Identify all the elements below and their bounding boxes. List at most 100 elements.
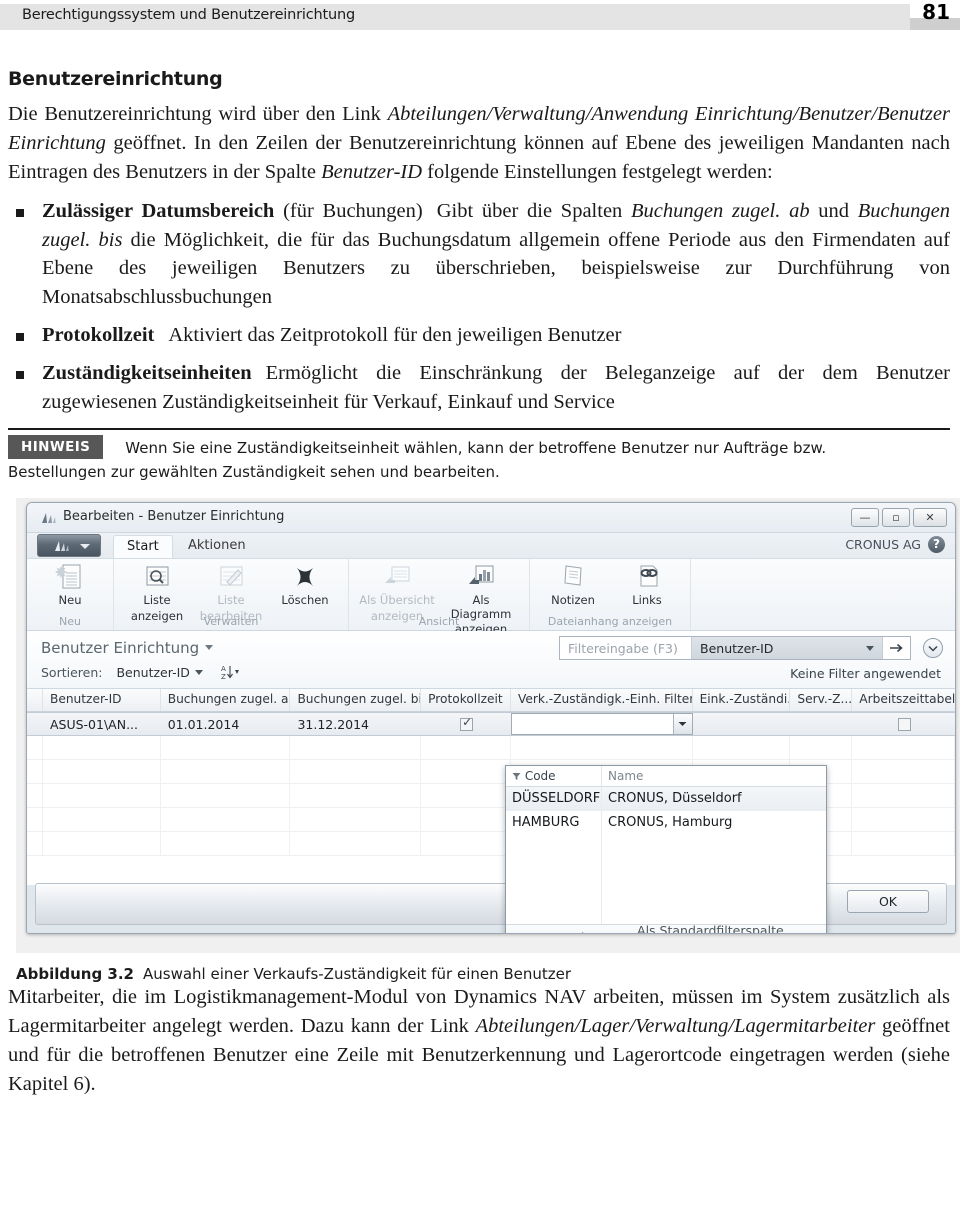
cell-buchungen-ab[interactable]: 01.01.2014 [161, 713, 291, 735]
cell-benutzer-id[interactable]: ASUS-01\AN... [43, 713, 161, 735]
intro-link-1: Abteilungen/Verwaltung/Anwendung Einrich… [387, 103, 799, 125]
chevron-down-icon [866, 646, 874, 652]
svg-text:Z: Z [221, 673, 226, 680]
cell-protokollzeit[interactable] [421, 713, 511, 735]
filter-box: Filtereingabe (F3) Benutzer-ID [559, 636, 911, 661]
cell-serv[interactable] [790, 713, 852, 735]
cell-buchungen-bis[interactable]: 31.12.2014 [290, 713, 421, 735]
filter-field-select[interactable]: Benutzer-ID [692, 637, 882, 660]
ribbon-button-liste-anzeigen[interactable]: Liste anzeigen [120, 562, 194, 622]
caption-number: Abbildung 3.2 [16, 965, 134, 984]
sort-label: Sortieren: [41, 665, 103, 681]
bullet-term: Zuständigkeitseinheiten [42, 362, 252, 385]
lookup-column-code-label: Code [524, 769, 556, 784]
minimize-button[interactable]: — [851, 508, 879, 528]
ribbon-group-label: Dateianhang anzeigen [547, 615, 673, 629]
ribbon-group-verwalten: Liste anzeigen Liste bearbeiten Löschen … [114, 559, 349, 631]
table-row[interactable]: ASUS-01\AN... 01.01.2014 31.12.2014 [27, 712, 955, 737]
column-header-eink[interactable]: Eink.-Zuständi... [693, 689, 791, 712]
column-header-buchungen-ab[interactable]: Buchungen zugel. ab [161, 689, 291, 712]
link-icon [610, 562, 684, 592]
ribbon-group-neu: Neu Neu [27, 559, 114, 631]
lookup-cell-code: DÜSSELDORF [506, 787, 602, 812]
ribbon-button-notizen[interactable]: Notizen [536, 562, 610, 607]
ok-button[interactable]: OK [847, 890, 929, 914]
arbeitszeit-checkbox[interactable] [897, 718, 911, 732]
bullet-text-1: Aktiviert das Zeitprotokoll für den jewe… [168, 324, 622, 347]
note-badge: HINWEIS [8, 434, 104, 459]
bullet-em-1: Buchungen zugel. ab [631, 199, 810, 222]
figure-screenshot: Bearbeiten - Benutzer Einrichtung — ▫ ✕ [16, 498, 960, 954]
closing-em-1: Abteilungen/Lager/ [475, 1015, 636, 1038]
column-header-verk-filter[interactable]: Verk.-Zuständigk.-Einh. Filter [511, 689, 693, 712]
protokollzeit-checkbox[interactable] [460, 715, 474, 732]
note-box: HINWEIS Wenn Sie eine Zuständigkeitseinh… [8, 427, 950, 485]
company-label: CRONUS AG [845, 537, 921, 553]
ribbon-label-line1: Liste [217, 593, 245, 608]
help-icon[interactable]: ? [928, 536, 945, 554]
sort-direction-button[interactable]: A Z [221, 664, 241, 683]
ribbon-label: Notizen [551, 593, 595, 608]
ribbon-group-ansicht: Als Übersicht anzeigen Als Diagramm anze… [349, 559, 530, 636]
resize-grip-icon[interactable] [814, 932, 823, 933]
column-header-benutzer-id[interactable]: Benutzer-ID [43, 689, 161, 712]
lookup-advanced-button[interactable]: Erweitert [550, 930, 607, 933]
close-button[interactable]: ✕ [913, 508, 947, 528]
filter-input[interactable]: Filtereingabe (F3) [560, 637, 692, 660]
chevron-down-icon [205, 645, 214, 651]
note-divider [8, 427, 950, 430]
section-heading: Benutzereinrichtung [8, 68, 223, 90]
minimize-icon: — [859, 511, 871, 525]
nav-app-icon [41, 511, 57, 525]
ribbon-button-neu[interactable]: Neu [33, 562, 107, 607]
list-item[interactable]: DÜSSELDORF CRONUS, Düsseldorf [506, 787, 826, 812]
ribbon-button-loeschen[interactable]: Löschen [268, 562, 342, 607]
lookup-header-row: Code Name [506, 766, 826, 788]
column-header-protokollzeit[interactable]: Protokollzeit [421, 689, 511, 712]
maximize-button[interactable]: ▫ [882, 508, 910, 528]
settings-bullet-list: Zulässiger Datumsbereich (für Buchungen)… [8, 197, 950, 417]
column-header-arbeitszeit[interactable]: Arbeitszeittabell... [852, 689, 955, 711]
ribbon-button-links[interactable]: Links [610, 562, 684, 607]
lookup-set-default-filter-button[interactable]: Als Standardfilterspalte festlegen [637, 923, 817, 934]
ribbon-group-label: Neu [59, 615, 81, 629]
cell-eink[interactable] [693, 713, 791, 735]
lookup-column-name[interactable]: Name [602, 766, 826, 786]
ribbon-tab-bar: Start Aktionen CRONUS AG ? [27, 533, 955, 560]
chart-icon [439, 562, 523, 592]
lookup-column-code[interactable]: Code [506, 766, 602, 787]
note-line-1: Wenn Sie eine Zuständigkeitseinheit wähl… [125, 438, 827, 457]
expand-filter-button[interactable] [923, 638, 943, 659]
row-selector-cell[interactable] [27, 713, 43, 735]
ribbon-label-line1: Als Übersicht [359, 593, 435, 608]
lookup-empty-row [506, 883, 826, 908]
table-row[interactable] [27, 736, 955, 761]
page-title[interactable]: Benutzer Einrichtung [41, 639, 214, 657]
application-menu-button[interactable] [37, 534, 101, 558]
column-header-serv[interactable]: Serv.-Z... [790, 689, 853, 712]
cell-verk-filter[interactable] [510, 713, 693, 736]
nav-sails-icon [54, 540, 72, 558]
caption-text: Auswahl einer Verkaufs-Zuständigkeit für… [143, 965, 572, 984]
ribbon-label-line1: Liste [143, 593, 171, 608]
delete-x-icon [268, 562, 342, 592]
notes-icon [536, 562, 610, 592]
row-selector-header [27, 689, 43, 712]
bullet-term: Zulässiger Datumsbereich [42, 199, 275, 222]
filter-status-text: Keine Filter angewendet [790, 666, 941, 682]
column-header-buchungen-bis[interactable]: Buchungen zugel. bis [290, 689, 422, 712]
lookup-dropdown-button[interactable] [672, 714, 692, 735]
tab-start[interactable]: Start [113, 535, 173, 559]
cell-arbeitszeit[interactable] [852, 713, 955, 735]
window-title: Bearbeiten - Benutzer Einrichtung [63, 509, 285, 525]
list-item[interactable]: HAMBURG CRONUS, Hamburg [506, 811, 826, 836]
chevron-down-icon [194, 670, 203, 676]
bullet-term: Protokollzeit [42, 324, 155, 347]
apply-filter-button[interactable] [882, 637, 910, 660]
lookup-new-button[interactable]: Neu [515, 930, 540, 933]
sort-value[interactable]: Benutzer-ID [116, 665, 189, 680]
page-number: 81 [922, 0, 950, 24]
svg-text:A: A [221, 665, 226, 673]
list-header: Benutzer Einrichtung Sortieren: Benutzer… [27, 631, 955, 690]
tab-aktionen[interactable]: Aktionen [175, 535, 259, 557]
